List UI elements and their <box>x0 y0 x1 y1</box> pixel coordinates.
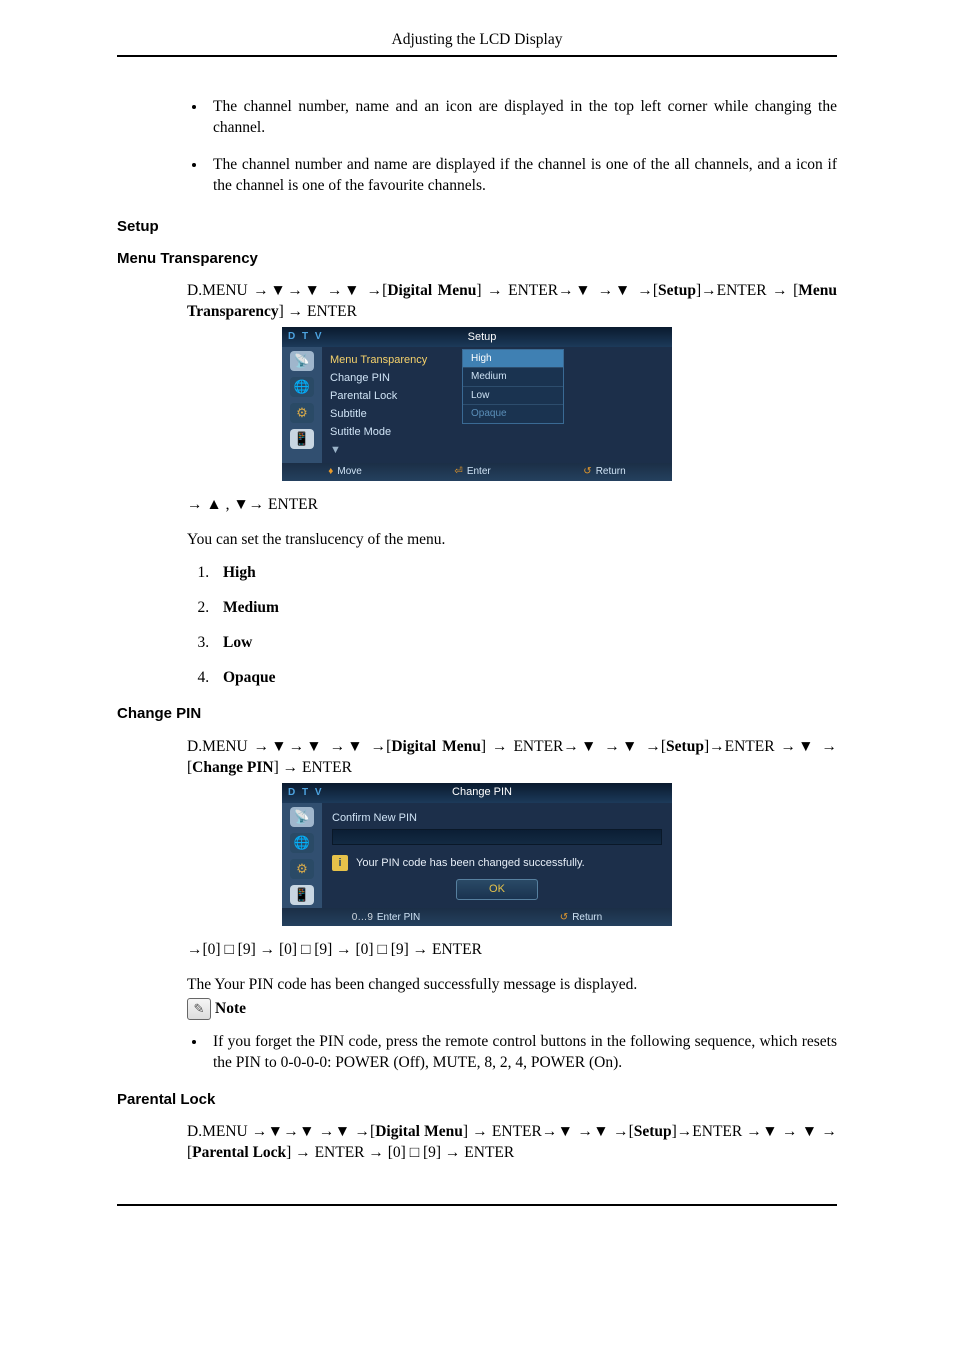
mt-desc: You can set the translucency of the menu… <box>187 530 837 551</box>
mt-opt-opaque: Opaque <box>213 668 837 689</box>
cp-shot-title: Change PIN <box>328 785 636 800</box>
cp-path-setup: Setup <box>666 738 704 755</box>
mt-opt-medium: Medium <box>213 598 837 619</box>
mt-path-setup: Setup <box>658 282 696 299</box>
info-icon: i <box>332 855 348 871</box>
mt-row-4: Sutitle Mode <box>330 425 460 440</box>
mt-screenshot: D T V Setup 📡 🌐 ⚙ 📱 Menu Transparency Ch… <box>282 327 672 481</box>
satellite-icon: 📡 <box>290 351 314 371</box>
cp-digits: →[0] □ [9] → [0] □ [9] → [0] □ [9] → ENT… <box>187 940 837 961</box>
cp-navpath: D.MENU →▼→▼ →▼ →[Digital Menu] → ENTER→▼… <box>187 737 837 779</box>
mt-foot-move: Move <box>337 465 361 479</box>
mt-shot-main: Menu Transparency Change PIN Parental Lo… <box>322 347 672 463</box>
change-pin-heading: Change PIN <box>117 704 837 724</box>
mt-path-dm: Digital Menu <box>387 282 476 299</box>
mt-opt-box: High Medium Low Opaque <box>462 349 564 424</box>
pl-path-dm: Digital Menu <box>375 1123 463 1140</box>
globe-icon: 🌐 <box>290 377 314 397</box>
mt-opt-low: Low <box>213 633 837 654</box>
globe-icon: 🌐 <box>290 833 314 853</box>
mt-path-mid: ] → ENTER→▼ →▼ →[ <box>476 282 658 299</box>
mt-opt-high: High <box>213 563 837 584</box>
pl-path-mid: ] → ENTER→▼ →▼ →[ <box>463 1123 634 1140</box>
mt-path-suffix: ] → ENTER <box>279 303 357 320</box>
cp-shot-foot: 0…9 Enter PIN ↺ Return <box>282 908 672 926</box>
pl-navpath: D.MENU →▼→▼ →▼ →[Digital Menu] → ENTER→▼… <box>187 1122 837 1164</box>
satellite-icon: 📡 <box>290 807 314 827</box>
mt-shot-foot: ♦ Move ⏎ Enter ↺ Return <box>282 463 672 481</box>
mt-options-list: High Medium Low Opaque <box>117 563 837 689</box>
cp-path-dm: Digital Menu <box>391 738 481 755</box>
move-icon: ♦ <box>328 465 333 479</box>
pl-path-setup: Setup <box>634 1123 672 1140</box>
cp-note-bullet: If you forget the PIN code, press the re… <box>207 1032 837 1074</box>
mt-navpath: D.MENU →▼→▼ →▼ →[Digital Menu] → ENTER→▼… <box>187 281 837 323</box>
remote-icon: 📱 <box>290 885 314 905</box>
mt-path-prefix: D.MENU →▼→▼ →▼ →[ <box>187 282 387 299</box>
enter-icon: ⏎ <box>454 465 462 479</box>
cp-foot-enter: Enter PIN <box>377 911 420 925</box>
mt-shot-title: Setup <box>328 330 636 345</box>
return-icon: ↺ <box>560 911 568 925</box>
remote-icon: 📱 <box>290 429 314 449</box>
mt-path-mid2: ]→ENTER → [ <box>696 282 798 299</box>
mt-row-1: Change PIN <box>330 371 460 386</box>
mt-foot-return: Return <box>596 465 626 479</box>
cp-path-suffix: ] → ENTER <box>274 759 352 776</box>
mt-shot-side: 📡 🌐 ⚙ 📱 <box>282 347 322 463</box>
menu-transparency-heading: Menu Transparency <box>117 249 837 269</box>
cp-note-bullets: If you forget the PIN code, press the re… <box>117 1032 837 1074</box>
cp-shot-side: 📡 🌐 ⚙ 📱 <box>282 803 322 909</box>
cp-confirm-label: Confirm New PIN <box>332 811 662 826</box>
page-header: Adjusting the LCD Display <box>117 30 837 55</box>
note-label: Note <box>215 999 246 1020</box>
mt-arrows: → ▲ , ▼→ ENTER <box>187 495 837 516</box>
return-icon: ↺ <box>583 465 591 479</box>
mt-opt-3: Opaque <box>463 405 563 423</box>
intro-bullet-0: The channel number, name and an icon are… <box>207 97 837 139</box>
gear-icon: ⚙ <box>290 859 314 879</box>
mt-opt-2: Low <box>463 387 563 406</box>
cp-shot-dtv: D T V <box>288 786 328 800</box>
cp-path-prefix: D.MENU →▼→▼ →▼ →[ <box>187 738 391 755</box>
gear-icon: ⚙ <box>290 403 314 423</box>
pl-path-prefix: D.MENU →▼→▼ →▼ →[ <box>187 1123 375 1140</box>
cp-pin-bar <box>332 829 662 845</box>
parental-lock-heading: Parental Lock <box>117 1090 837 1110</box>
pl-path-suffix: ] → ENTER → [0] □ [9] → ENTER <box>286 1144 514 1161</box>
cp-path-mid: ] → ENTER→▼ →▼ →[ <box>481 738 666 755</box>
cp-shot-main: Confirm New PIN i Your PIN code has been… <box>322 803 672 909</box>
mt-opt-0: High <box>463 350 563 369</box>
mt-opt-1: Medium <box>463 368 563 387</box>
cp-foot-return: Return <box>572 911 602 925</box>
note-icon: ✎ <box>187 998 211 1020</box>
digits-icon: 0…9 <box>352 911 373 925</box>
cp-msg: Your PIN code has been changed successfu… <box>356 856 585 871</box>
cp-ok-button: OK <box>456 879 538 900</box>
cp-screenshot: D T V Change PIN 📡 🌐 ⚙ 📱 Confirm New PIN <box>282 783 672 927</box>
pl-path-target: Parental Lock <box>192 1144 286 1161</box>
mt-row-0: Menu Transparency <box>330 353 460 368</box>
cp-path-target: Change PIN <box>192 759 273 776</box>
top-rule <box>117 55 837 57</box>
mt-row-2: Parental Lock <box>330 389 460 404</box>
mt-row-3: Subtitle <box>330 407 460 422</box>
intro-bullets: The channel number, name and an icon are… <box>117 97 837 197</box>
mt-foot-enter: Enter <box>467 465 491 479</box>
bottom-rule <box>117 1204 837 1206</box>
setup-heading: Setup <box>117 217 837 237</box>
mt-shot-dtv: D T V <box>288 330 328 344</box>
cp-result: The Your PIN code has been changed succe… <box>187 975 837 996</box>
intro-bullet-1: The channel number and name are displaye… <box>207 155 837 197</box>
